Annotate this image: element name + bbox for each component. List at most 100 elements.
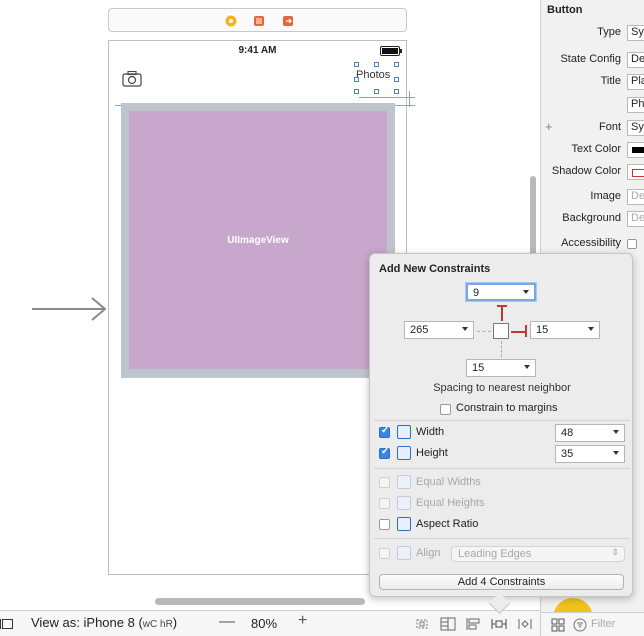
vertical-scrollbar[interactable] xyxy=(530,176,536,256)
view-controller-icon[interactable] xyxy=(225,15,237,27)
align-checkbox[interactable] xyxy=(379,548,390,559)
inspector-row-type: Type System xyxy=(541,25,644,41)
exit-icon[interactable] xyxy=(282,15,294,27)
selection-handle[interactable] xyxy=(354,89,359,94)
inspector-row-title-text: Photos xyxy=(541,97,644,113)
inspector-label: Font xyxy=(598,121,621,133)
type-popup[interactable]: System xyxy=(627,25,644,41)
zoom-level: 80% xyxy=(251,616,278,631)
leading-strut[interactable] xyxy=(477,331,491,333)
inspector-row-accessibility: Accessibility xyxy=(541,236,644,252)
inspector-row-state-config: State Config Default xyxy=(541,52,644,68)
selection-handle[interactable] xyxy=(354,77,359,82)
chevron-down-icon[interactable] xyxy=(613,430,619,434)
add-constraints-button[interactable]: Add 4 Constraints xyxy=(379,574,624,590)
inspector-label: Type xyxy=(597,26,621,38)
bottom-spacing-field[interactable]: 15 xyxy=(466,359,536,377)
chevron-down-icon[interactable] xyxy=(613,451,619,455)
top-strut-cap xyxy=(497,305,507,308)
filter-icon xyxy=(573,618,587,632)
first-responder-icon[interactable] xyxy=(253,15,265,27)
horizontal-scrollbar[interactable] xyxy=(155,598,365,605)
alignment-guide xyxy=(409,91,410,107)
width-value: 48 xyxy=(561,427,574,439)
alignment-guide xyxy=(359,97,415,98)
height-checkbox[interactable] xyxy=(379,446,390,459)
aspect-ratio-label: Aspect Ratio xyxy=(416,518,479,530)
separator xyxy=(374,468,630,469)
pinned-view-box xyxy=(493,323,509,339)
font-field[interactable]: System xyxy=(627,120,644,136)
add-new-constraints-icon[interactable] xyxy=(491,617,507,631)
width-checkbox[interactable] xyxy=(379,425,390,438)
align-icon xyxy=(397,546,411,560)
aspect-ratio-checkbox[interactable] xyxy=(379,519,390,530)
embed-in-stack-icon[interactable] xyxy=(440,617,456,631)
shadow-color-well[interactable] xyxy=(627,164,644,180)
leading-spacing-field[interactable]: 265 xyxy=(404,321,474,339)
zoom-in-button[interactable]: + xyxy=(298,612,307,630)
scene-dock xyxy=(108,8,407,32)
title-popup[interactable]: Plain xyxy=(627,74,644,90)
photos-button[interactable]: Photos xyxy=(356,69,398,89)
view-as-device[interactable]: View as: iPhone 8 (wC hR) xyxy=(31,615,177,630)
chevron-down-icon[interactable] xyxy=(523,290,529,294)
zoom-out-button[interactable]: — xyxy=(219,613,235,631)
add-variation-icon[interactable]: + xyxy=(545,119,553,134)
add-new-constraints-popover: Add New Constraints 9 265 15 15 Spacing … xyxy=(369,253,633,615)
camera-icon[interactable] xyxy=(122,70,142,88)
image-view[interactable]: UIImageView xyxy=(129,111,387,369)
selection-handle[interactable] xyxy=(354,62,359,67)
spacing-caption: Spacing to nearest neighbor xyxy=(433,382,571,394)
align-edges-popup[interactable]: Leading Edges ⇕ xyxy=(451,546,625,562)
chevron-down-icon[interactable] xyxy=(588,327,594,331)
inspector-row-shadow-color: Shadow Color xyxy=(541,164,644,180)
background-field[interactable]: Default xyxy=(627,211,644,227)
equal-widths-icon xyxy=(397,475,411,489)
view-as-prefix: View as: iPhone 8 ( xyxy=(31,615,143,630)
text-color-well[interactable] xyxy=(627,142,644,158)
image-view-frame[interactable]: UIImageView xyxy=(121,103,395,378)
top-spacing-field[interactable]: 9 xyxy=(466,283,536,301)
constrain-to-margins-checkbox[interactable] xyxy=(440,404,451,415)
inspector-row-image: Image Default xyxy=(541,189,644,205)
chevron-down-icon[interactable] xyxy=(524,365,530,369)
selection-handle[interactable] xyxy=(374,89,379,94)
selection-handle[interactable] xyxy=(374,62,379,67)
trailing-strut-cap xyxy=(525,325,528,337)
width-value-field[interactable]: 48 xyxy=(555,424,625,442)
selection-handle[interactable] xyxy=(394,89,399,94)
equal-heights-checkbox[interactable] xyxy=(379,498,390,509)
image-field[interactable]: Default xyxy=(627,189,644,205)
status-bar-time: 9:41 AM xyxy=(238,45,277,56)
trailing-spacing-field[interactable]: 15 xyxy=(530,321,600,339)
align-icon[interactable] xyxy=(466,617,482,631)
accessibility-checkbox[interactable] xyxy=(627,239,637,249)
height-value-field[interactable]: 35 xyxy=(555,445,625,463)
inspector-row-title: Title Plain xyxy=(541,74,644,90)
update-frames-icon[interactable] xyxy=(414,617,430,631)
selection-handle[interactable] xyxy=(394,62,399,67)
selection-handle[interactable] xyxy=(394,77,399,82)
chevron-down-icon[interactable] xyxy=(462,327,468,331)
equal-widths-checkbox[interactable] xyxy=(379,477,390,488)
inspector-label: Image xyxy=(590,190,621,202)
width-constraint-icon xyxy=(397,425,411,439)
grid-view-icon[interactable] xyxy=(551,618,565,632)
size-class-traits: wC hR xyxy=(142,619,173,630)
top-spacing-value: 9 xyxy=(473,287,480,299)
popover-title: Add New Constraints xyxy=(379,263,491,275)
bottom-strut[interactable] xyxy=(501,341,503,357)
trailing-spacing-value: 15 xyxy=(536,324,549,336)
align-option: Leading Edges xyxy=(458,548,532,560)
state-config-popup[interactable]: Default xyxy=(627,52,644,68)
view-controller-scene[interactable]: 9:41 AM Photos UIImageView xyxy=(108,40,415,575)
inspector-label: Text Color xyxy=(571,143,621,155)
title-text-field[interactable]: Photos xyxy=(627,97,644,113)
separator xyxy=(374,420,630,421)
resolve-auto-layout-icon[interactable] xyxy=(517,617,533,631)
filter-input[interactable]: Filter xyxy=(591,618,615,630)
inspector-row-font: + Font System xyxy=(541,119,644,136)
document-outline-toggle-icon[interactable] xyxy=(0,619,13,629)
height-constraint-icon xyxy=(397,446,411,460)
